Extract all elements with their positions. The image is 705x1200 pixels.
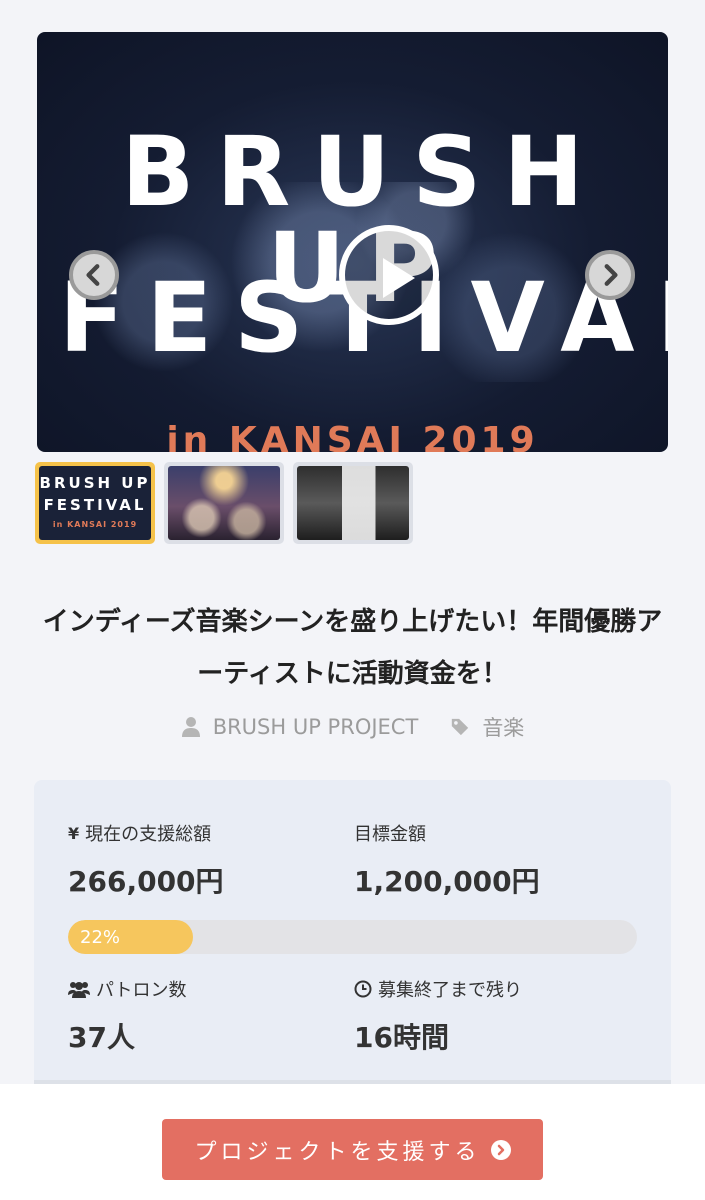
project-owner-name: BRUSH UP PROJECT — [212, 715, 419, 739]
hero-subtitle: in KANSAI 2019 — [166, 420, 539, 452]
bottom-bar: プロジェクトを支援する — [0, 1084, 705, 1200]
thumbnail-1-line1: BRUSH UP — [39, 474, 151, 492]
yen-icon: ¥ — [68, 823, 80, 843]
clock-icon — [354, 980, 372, 998]
current-amount: ¥ 現在の支援総額 266,000円 — [68, 820, 224, 900]
project-title: インディーズ音楽シーンを盛り上げたい！年間優勝アーティストに活動資金を！ — [42, 607, 663, 689]
project-category[interactable]: 音楽 — [450, 712, 524, 742]
thumbnail-3-image — [297, 466, 409, 540]
funding-progress-label: 22% — [80, 926, 121, 948]
user-icon — [181, 717, 200, 737]
project-category-name: 音楽 — [482, 716, 525, 740]
thumbnail-1[interactable]: BRUSH UP FESTIVAL in KANSAI 2019 — [35, 462, 155, 544]
thumbnail-1-line3: in KANSAI 2019 — [52, 520, 138, 529]
hero-video[interactable]: BRUSH UP FESTIVAL in KANSAI 2019 — [37, 32, 668, 452]
thumbnail-1-line2: FESTIVAL — [43, 496, 147, 514]
time-remaining-label: 募集終了まで残り — [378, 980, 522, 1001]
time-remaining: 募集終了まで残り 16時間 — [354, 976, 522, 1056]
chevron-circle-right-icon — [490, 1139, 511, 1160]
chevron-left-icon[interactable] — [69, 250, 119, 300]
thumbnail-2[interactable] — [164, 462, 284, 544]
project-meta: BRUSH UP PROJECT 音楽 — [0, 712, 705, 742]
goal-amount: 目標金額 1,200,000円 — [354, 820, 540, 900]
current-amount-label: 現在の支援総額 — [85, 824, 212, 845]
patron-count-value: 37人 — [68, 1021, 135, 1054]
play-icon[interactable] — [339, 225, 439, 325]
funding-stats-card: ¥ 現在の支援総額 266,000円 目標金額 1,200,000円 22% パ… — [34, 780, 671, 1080]
users-icon — [68, 982, 90, 998]
patron-count-label: パトロン数 — [96, 980, 187, 1001]
project-owner[interactable]: BRUSH UP PROJECT — [181, 715, 419, 739]
patron-count: パトロン数 37人 — [68, 976, 187, 1056]
goal-amount-label: 目標金額 — [354, 824, 426, 845]
thumbnail-strip: BRUSH UP FESTIVAL in KANSAI 2019 — [35, 462, 413, 544]
thumbnail-3[interactable] — [293, 462, 413, 544]
current-amount-value: 266,000円 — [68, 865, 224, 898]
support-project-label: プロジェクトを支援する — [194, 1139, 481, 1165]
tag-icon — [452, 718, 469, 736]
time-remaining-value: 16時間 — [354, 1021, 449, 1054]
goal-amount-value: 1,200,000円 — [354, 865, 540, 898]
funding-progress-bar: 22% — [68, 920, 637, 954]
thumbnail-2-image — [168, 466, 280, 540]
chevron-right-icon[interactable] — [585, 250, 635, 300]
support-project-button[interactable]: プロジェクトを支援する — [162, 1119, 543, 1180]
funding-progress-fill: 22% — [68, 920, 194, 954]
